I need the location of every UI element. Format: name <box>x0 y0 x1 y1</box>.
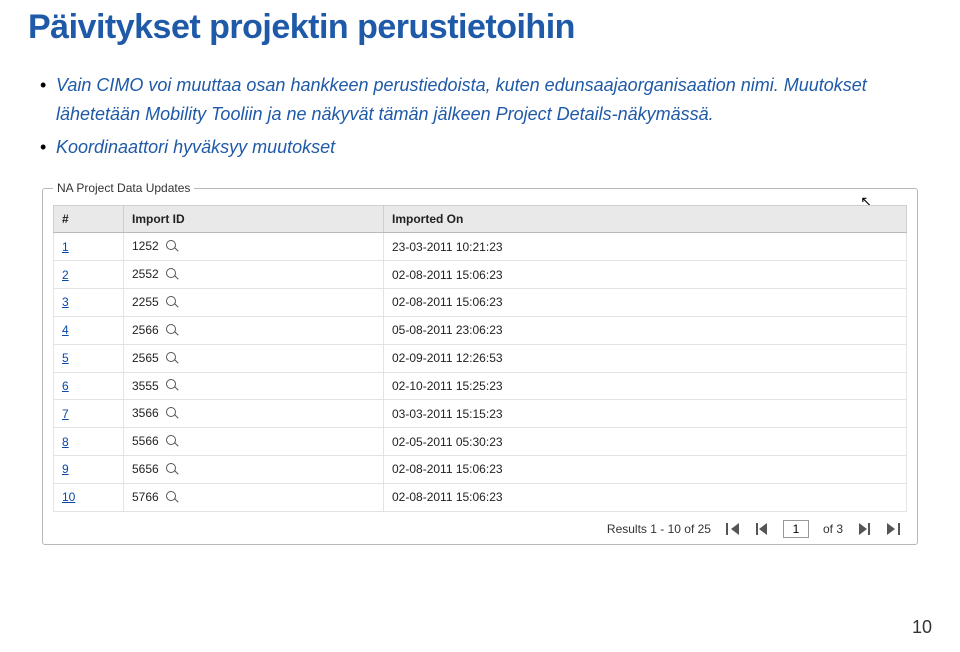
row-id: 2566 <box>132 323 159 337</box>
page-input[interactable] <box>783 520 809 538</box>
row-ts: 05-08-2011 23:06:23 <box>384 316 907 344</box>
search-icon[interactable] <box>165 463 179 477</box>
table-row: 3 2255 02-08-2011 15:06:23 <box>54 289 907 317</box>
results-label: Results 1 - 10 of 25 <box>607 522 711 536</box>
row-ts: 02-10-2011 15:25:23 <box>384 372 907 400</box>
row-ts: 03-03-2011 15:15:23 <box>384 400 907 428</box>
table-row: 10 5766 02-08-2011 15:06:23 <box>54 483 907 511</box>
col-import-id: Import ID <box>124 206 384 233</box>
col-index: # <box>54 206 124 233</box>
row-id: 3555 <box>132 379 159 393</box>
row-ts: 02-09-2011 12:26:53 <box>384 344 907 372</box>
row-ts: 02-08-2011 15:06:23 <box>384 483 907 511</box>
search-icon[interactable] <box>165 435 179 449</box>
row-link[interactable]: 9 <box>62 462 69 476</box>
table-row: 2 2552 02-08-2011 15:06:23 <box>54 261 907 289</box>
first-page-icon[interactable] <box>725 522 741 536</box>
slide-number: 10 <box>912 617 932 638</box>
row-link[interactable]: 1 <box>62 240 69 254</box>
row-id: 2565 <box>132 351 159 365</box>
updates-group: NA Project Data Updates # Import ID Impo… <box>42 181 918 544</box>
last-page-icon[interactable] <box>885 522 901 536</box>
row-link[interactable]: 3 <box>62 295 69 309</box>
row-id: 5656 <box>132 462 159 476</box>
table-row: 8 5566 02-05-2011 05:30:23 <box>54 428 907 456</box>
search-icon[interactable] <box>165 240 179 254</box>
row-id: 1252 <box>132 239 159 253</box>
search-icon[interactable] <box>165 324 179 338</box>
row-link[interactable]: 4 <box>62 323 69 337</box>
table-row: 4 2566 05-08-2011 23:06:23 <box>54 316 907 344</box>
row-ts: 23-03-2011 10:21:23 <box>384 233 907 261</box>
table-row: 5 2565 02-09-2011 12:26:53 <box>54 344 907 372</box>
row-id: 2255 <box>132 295 159 309</box>
row-ts: 02-05-2011 05:30:23 <box>384 428 907 456</box>
bullet-item: Vain CIMO voi muuttaa osan hankkeen peru… <box>42 71 932 129</box>
search-icon[interactable] <box>165 352 179 366</box>
row-ts: 02-08-2011 15:06:23 <box>384 261 907 289</box>
search-icon[interactable] <box>165 296 179 310</box>
table-row: 6 3555 02-10-2011 15:25:23 <box>54 372 907 400</box>
table-row: 7 3566 03-03-2011 15:15:23 <box>54 400 907 428</box>
pager: Results 1 - 10 of 25 of 3 <box>53 520 907 538</box>
group-legend: NA Project Data Updates <box>53 181 194 195</box>
prev-page-icon[interactable] <box>755 522 769 536</box>
search-icon[interactable] <box>165 491 179 505</box>
next-page-icon[interactable] <box>857 522 871 536</box>
table-row: 1 1252 23-03-2011 10:21:23 <box>54 233 907 261</box>
table-row: 9 5656 02-08-2011 15:06:23 <box>54 456 907 484</box>
row-link[interactable]: 7 <box>62 407 69 421</box>
row-ts: 02-08-2011 15:06:23 <box>384 456 907 484</box>
search-icon[interactable] <box>165 407 179 421</box>
row-link[interactable]: 6 <box>62 379 69 393</box>
row-id: 5566 <box>132 434 159 448</box>
col-imported-on: Imported On <box>384 206 907 233</box>
bullet-list: Vain CIMO voi muuttaa osan hankkeen peru… <box>28 71 932 161</box>
page-title: Päivitykset projektin perustietoihin <box>28 8 932 47</box>
updates-table: # Import ID Imported On 1 1252 23-03-201… <box>53 205 907 511</box>
search-icon[interactable] <box>165 379 179 393</box>
bullet-item: Koordinaattori hyväksyy muutokset <box>42 133 932 162</box>
row-link[interactable]: 10 <box>62 490 75 504</box>
row-id: 3566 <box>132 406 159 420</box>
row-id: 2552 <box>132 267 159 281</box>
row-link[interactable]: 2 <box>62 268 69 282</box>
search-icon[interactable] <box>165 268 179 282</box>
row-ts: 02-08-2011 15:06:23 <box>384 289 907 317</box>
row-id: 5766 <box>132 490 159 504</box>
row-link[interactable]: 8 <box>62 435 69 449</box>
page-of-label: of 3 <box>823 522 843 536</box>
row-link[interactable]: 5 <box>62 351 69 365</box>
